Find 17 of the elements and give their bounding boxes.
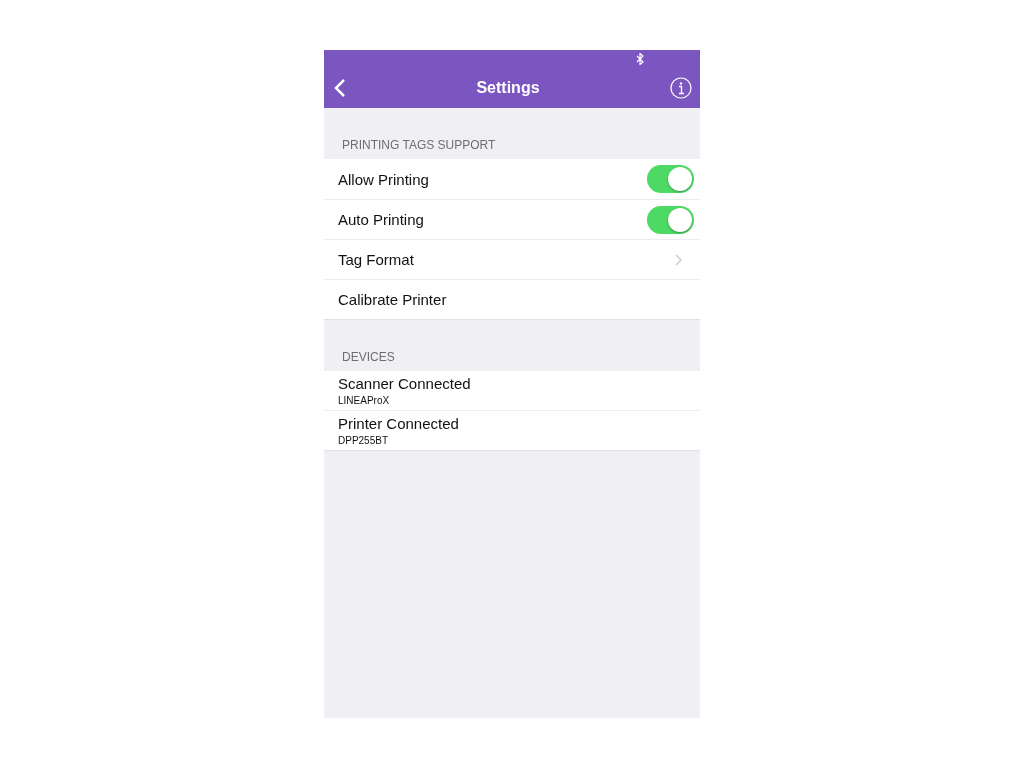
- device-name: Scanner Connected: [338, 375, 472, 392]
- section-header: DEVICES: [341, 349, 396, 366]
- info-button[interactable]: [670, 77, 692, 99]
- toggle-switch[interactable]: [647, 205, 694, 234]
- bluetooth-icon: [636, 53, 644, 65]
- section-header: PRINTING TAGS SUPPORT: [341, 137, 497, 154]
- screen-title: Settings: [476, 79, 540, 97]
- setting-label: Auto Printing: [338, 211, 424, 228]
- setting-label[interactable]: Calibrate Printer: [338, 291, 447, 308]
- chevron-icon: [675, 253, 682, 266]
- back-button[interactable]: [334, 78, 346, 98]
- setting-label[interactable]: Tag Format: [338, 251, 414, 268]
- toggle-switch[interactable]: [647, 165, 694, 193]
- device-model: DPP255BT: [338, 435, 390, 446]
- device-model: LINEAProX: [338, 395, 391, 406]
- device-name: Printer Connected: [338, 415, 460, 432]
- setting-label: Allow Printing: [338, 170, 429, 188]
